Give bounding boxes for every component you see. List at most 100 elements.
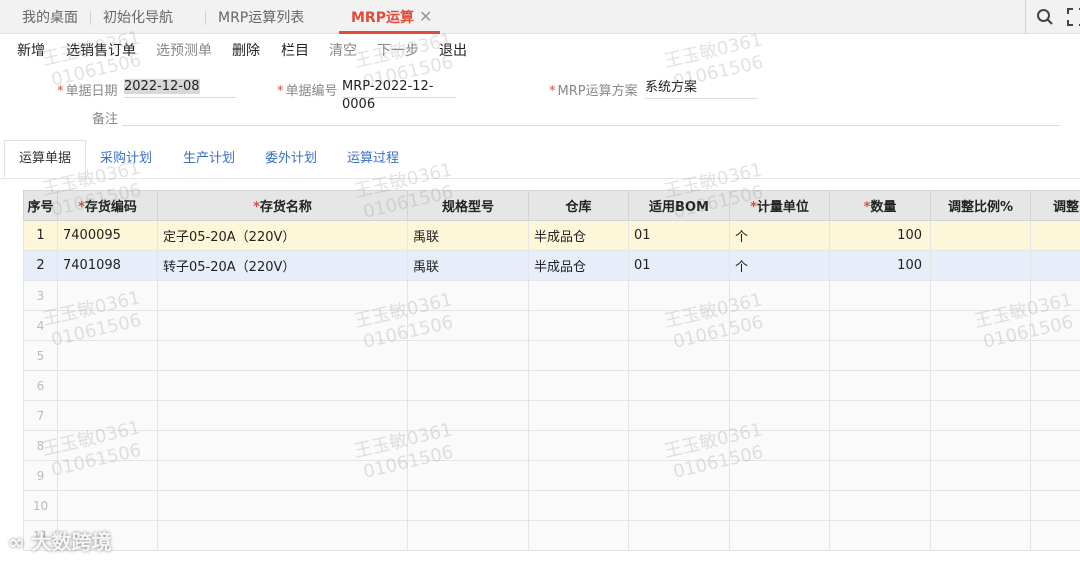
grid-cell[interactable] xyxy=(930,340,1031,371)
col-header-bom[interactable]: 适用BOM xyxy=(628,190,730,221)
grid-cell[interactable] xyxy=(407,280,529,311)
col-header-ratio[interactable]: 调整比例% xyxy=(930,190,1031,221)
table-row[interactable]: 5 xyxy=(23,340,1080,371)
columns-button[interactable]: 栏目 xyxy=(281,40,309,60)
col-header-qty[interactable]: *数量 xyxy=(829,190,931,221)
col-header-adjust[interactable]: 调整 xyxy=(1030,190,1080,221)
cell-spec[interactable]: 禹联 xyxy=(407,220,529,251)
subtab-calc-doc[interactable]: 运算单据 xyxy=(4,140,87,178)
cell-bom[interactable]: 01 xyxy=(628,250,730,281)
col-header-unit[interactable]: *计量单位 xyxy=(729,190,830,221)
grid-cell[interactable] xyxy=(628,340,730,371)
grid-cell[interactable] xyxy=(829,490,931,521)
grid-cell[interactable] xyxy=(157,280,408,311)
cell-ratio[interactable] xyxy=(930,250,1031,281)
grid-cell[interactable] xyxy=(57,370,158,401)
grid-cell[interactable] xyxy=(829,460,931,491)
select-sales-order-button[interactable]: 选销售订单 xyxy=(66,40,136,60)
cell-code[interactable]: 7401098 xyxy=(57,250,158,281)
grid-cell[interactable] xyxy=(729,310,830,341)
grid-cell[interactable] xyxy=(57,400,158,431)
cell-adjust[interactable] xyxy=(1030,220,1080,251)
grid-cell[interactable] xyxy=(1030,490,1080,521)
tab-my-desktop[interactable]: 我的桌面 xyxy=(22,0,78,34)
table-row[interactable]: 2 7401098 转子05-20A（220V） 禹联 半成品仓 01 个 10… xyxy=(23,250,1080,281)
cell-name[interactable]: 转子05-20A（220V） xyxy=(157,250,408,281)
cell-name[interactable]: 定子05-20A（220V） xyxy=(157,220,408,251)
grid-cell[interactable] xyxy=(57,490,158,521)
grid-cell[interactable] xyxy=(407,400,529,431)
clear-button[interactable]: 清空 xyxy=(329,40,357,60)
grid-cell[interactable] xyxy=(57,460,158,491)
grid-cell[interactable] xyxy=(628,460,730,491)
grid-cell[interactable] xyxy=(157,520,408,551)
grid-cell[interactable] xyxy=(57,340,158,371)
grid-cell[interactable] xyxy=(729,460,830,491)
grid-cell[interactable] xyxy=(729,370,830,401)
table-row[interactable]: 8 xyxy=(23,430,1080,461)
cell-spec[interactable]: 禹联 xyxy=(407,250,529,281)
cell-bom[interactable]: 01 xyxy=(628,220,730,251)
search-icon[interactable] xyxy=(1035,7,1055,27)
subtab-outsource-plan[interactable]: 委外计划 xyxy=(265,141,317,179)
table-row[interactable]: 6 xyxy=(23,370,1080,401)
grid-cell[interactable] xyxy=(407,460,529,491)
grid-cell[interactable] xyxy=(528,280,629,311)
grid-cell[interactable] xyxy=(729,430,830,461)
grid-cell[interactable] xyxy=(528,430,629,461)
tab-init-nav[interactable]: 初始化导航 xyxy=(103,0,173,34)
new-button[interactable]: 新增 xyxy=(17,40,45,60)
grid-cell[interactable] xyxy=(57,430,158,461)
grid-cell[interactable] xyxy=(829,310,931,341)
table-row[interactable]: 7 xyxy=(23,400,1080,431)
grid-cell[interactable] xyxy=(930,280,1031,311)
grid-cell[interactable] xyxy=(407,340,529,371)
table-row[interactable]: 10 xyxy=(23,490,1080,521)
fullscreen-icon[interactable] xyxy=(1066,7,1080,27)
next-step-button[interactable]: 下一步 xyxy=(377,40,419,60)
grid-cell[interactable] xyxy=(57,310,158,341)
grid-cell[interactable] xyxy=(628,490,730,521)
code-field[interactable]: MRP-2022-12-0006 xyxy=(342,78,456,112)
grid-cell[interactable] xyxy=(628,400,730,431)
cell-qty[interactable]: 100 xyxy=(829,250,931,281)
grid-cell[interactable] xyxy=(930,520,1031,551)
col-header-index[interactable]: 序号 xyxy=(23,190,58,221)
grid-cell[interactable] xyxy=(930,310,1031,341)
grid-cell[interactable] xyxy=(729,280,830,311)
grid-cell[interactable] xyxy=(628,370,730,401)
grid-cell[interactable] xyxy=(1030,430,1080,461)
grid-cell[interactable] xyxy=(157,370,408,401)
grid-cell[interactable] xyxy=(628,520,730,551)
grid-cell[interactable] xyxy=(729,520,830,551)
grid-cell[interactable] xyxy=(528,520,629,551)
grid-cell[interactable] xyxy=(1030,280,1080,311)
grid-cell[interactable] xyxy=(628,310,730,341)
tab-mrp-calc[interactable]: MRP运算 xyxy=(339,0,440,34)
cell-warehouse[interactable]: 半成品仓 xyxy=(528,250,629,281)
grid-cell[interactable] xyxy=(157,400,408,431)
date-field[interactable]: 2022-12-08 xyxy=(124,78,236,98)
grid-cell[interactable] xyxy=(407,430,529,461)
grid-cell[interactable] xyxy=(930,400,1031,431)
cell-unit[interactable]: 个 xyxy=(729,250,830,281)
col-header-name[interactable]: *存货名称 xyxy=(157,190,408,221)
delete-button[interactable]: 删除 xyxy=(232,40,260,60)
grid-cell[interactable] xyxy=(407,370,529,401)
grid-cell[interactable] xyxy=(528,400,629,431)
exit-button[interactable]: 退出 xyxy=(439,40,467,60)
grid-cell[interactable] xyxy=(157,340,408,371)
select-forecast-button[interactable]: 选预测单 xyxy=(156,40,212,60)
cell-adjust[interactable] xyxy=(1030,250,1080,281)
grid-cell[interactable] xyxy=(829,340,931,371)
close-icon[interactable]: ✕ xyxy=(419,9,433,25)
subtab-purchase-plan[interactable]: 采购计划 xyxy=(100,141,152,179)
grid-cell[interactable] xyxy=(407,310,529,341)
grid-cell[interactable] xyxy=(157,490,408,521)
table-row[interactable]: 3 xyxy=(23,280,1080,311)
grid-cell[interactable] xyxy=(930,370,1031,401)
grid-cell[interactable] xyxy=(528,460,629,491)
grid-cell[interactable] xyxy=(729,490,830,521)
table-row[interactable]: 11 xyxy=(23,520,1080,551)
grid-cell[interactable] xyxy=(729,340,830,371)
